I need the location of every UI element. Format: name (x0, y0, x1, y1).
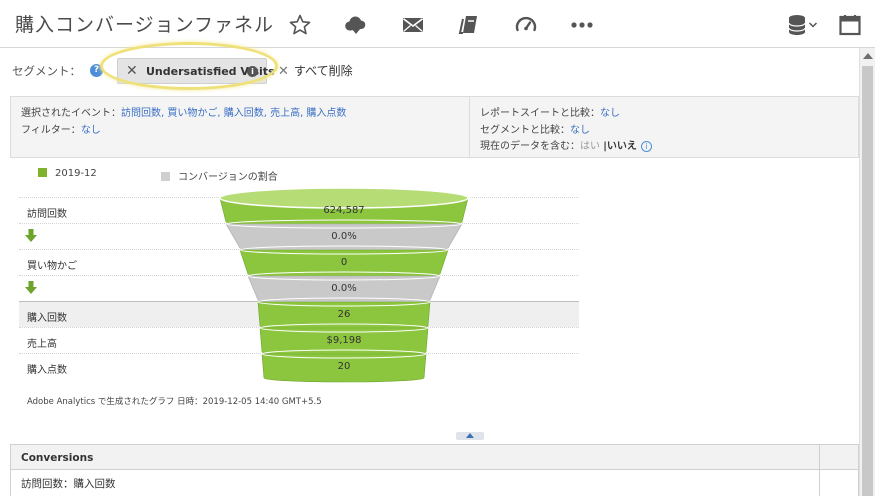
remove-segment-icon[interactable]: ✕ (126, 63, 138, 79)
speedometer-icon[interactable] (513, 12, 539, 38)
bookmark-stack-icon[interactable] (456, 12, 482, 38)
mail-icon[interactable] (400, 12, 426, 38)
funnel-value-conv-2: 0.0% (331, 283, 356, 294)
suite-compare-value[interactable]: なし (600, 108, 620, 119)
suite-compare-row: レポートスイートと比較：なし (480, 104, 620, 119)
funnel-chart: 2019-12 コンバージョンの割合 訪問回数 買い物かご 購入回数 売上高 購入点数 … (19, 163, 579, 407)
segment-label: セグメント： (12, 64, 81, 78)
selected-events-label: 選択されたイベント： (21, 108, 121, 119)
report-header: 購入コンバージョンファネル (0, 0, 875, 48)
funnel-value-conv-1: 0.0% (331, 231, 356, 242)
funnel-value-revenue: $9,198 (327, 335, 362, 346)
clear-all-x-icon: ✕ (278, 64, 289, 79)
vertical-scrollbar[interactable] (859, 48, 875, 496)
more-icon[interactable] (569, 12, 595, 38)
scrollbar-thumb[interactable] (862, 66, 873, 496)
chevron-down-icon[interactable] (806, 12, 820, 38)
filter-label: フィルター： (21, 125, 81, 136)
segment-chip[interactable]: ✕ Undersatisfied Visits i (117, 58, 275, 84)
table-header-conversions[interactable]: Conversions (21, 452, 93, 464)
segment-compare-row: セグメントと比較：なし (480, 121, 590, 136)
current-no-option[interactable]: いいえ (607, 141, 637, 152)
funnel-value-units: 20 (338, 361, 351, 372)
report-settings-panel: 選択されたイベント：訪問回数, 買い物かご, 購入回数, 売上高, 購入点数 フ… (10, 96, 859, 158)
filter-row: フィルター：なし (21, 121, 101, 136)
current-data-info-icon[interactable]: i (640, 140, 652, 152)
suite-compare-label: レポートスイートと比較： (480, 108, 600, 119)
panel-divider (469, 97, 470, 157)
segment-info-icon[interactable]: i (247, 66, 258, 77)
clear-all-button[interactable]: ✕ すべて削除 (278, 62, 353, 79)
clear-all-label: すべて削除 (293, 64, 353, 78)
funnel-value-cart: 0 (341, 257, 347, 268)
cloud-download-icon[interactable] (343, 12, 369, 38)
selected-events-row: 選択されたイベント：訪問回数, 買い物かご, 購入回数, 売上高, 購入点数 (21, 104, 346, 119)
collapse-arrow-icon[interactable] (466, 433, 474, 438)
current-data-label: 現在のデータを含む： (480, 141, 580, 152)
page-title: 購入コンバージョンファネル (15, 14, 275, 36)
column-divider (819, 445, 820, 470)
column-divider (819, 470, 820, 496)
calendar-icon[interactable] (837, 12, 863, 38)
funnel-value-orders: 26 (338, 309, 351, 320)
table-cell: 訪問回数：購入回数 (21, 478, 116, 490)
scroll-up-icon[interactable] (863, 53, 873, 59)
chart-footnote: Adobe Analytics で生成されたグラフ 日時：2019-12-05 … (27, 397, 322, 407)
panel-splitter[interactable] (456, 432, 484, 440)
conversions-table: Conversions 訪問回数：購入回数 (10, 444, 859, 496)
help-icon[interactable]: ? (90, 64, 103, 77)
filter-value[interactable]: なし (81, 125, 101, 136)
current-yes-option[interactable]: はい (580, 141, 600, 152)
funnel-graphic: 624,587 0.0% 0 0.0% 26 $9,198 20 (219, 187, 469, 383)
selected-events-value[interactable]: 訪問回数, 買い物かご, 購入回数, 売上高, 購入点数 (121, 108, 346, 119)
segment-bar: セグメント： ? ✕ Undersatisfied Visits i ✕ すべて削… (0, 48, 859, 96)
segment-compare-value[interactable]: なし (570, 125, 590, 136)
table-header: Conversions (11, 445, 858, 470)
star-icon[interactable] (287, 12, 313, 38)
segment-compare-label: セグメントと比較： (480, 125, 570, 136)
current-data-row: 現在のデータを含む：はい |いいえ i (480, 137, 652, 152)
funnel-value-visits: 624,587 (323, 205, 364, 216)
table-row[interactable]: 訪問回数：購入回数 (11, 470, 858, 496)
